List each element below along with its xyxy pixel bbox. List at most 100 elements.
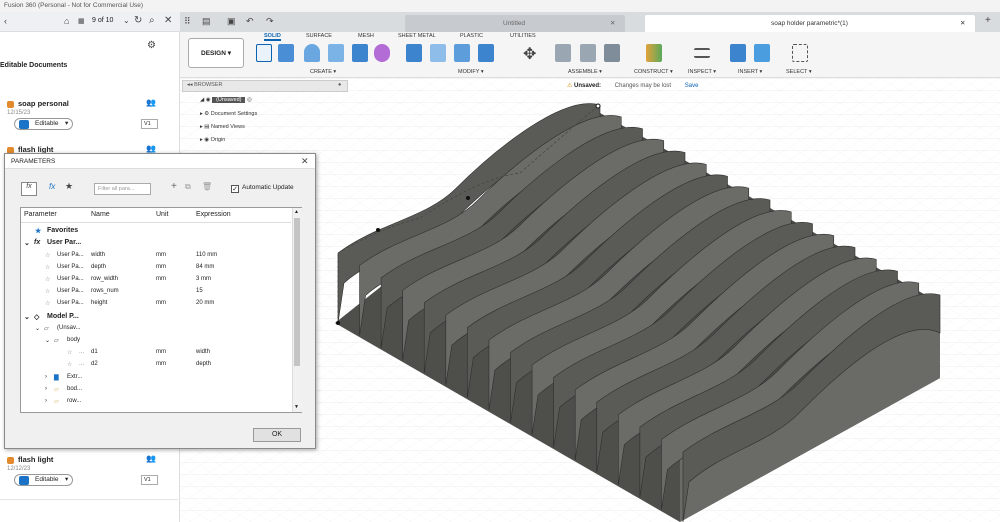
collapse-icon[interactable]: ◂◂ <box>187 82 194 88</box>
combine-icon[interactable] <box>478 44 494 62</box>
cell-expression[interactable]: 84 mm <box>196 264 214 270</box>
press-pull-icon[interactable] <box>406 44 422 62</box>
parameters-table[interactable]: Parameter Name Unit Expression ★ Favorit… <box>20 207 302 413</box>
cell-name[interactable]: d2 <box>91 361 98 367</box>
tab-soap-holder[interactable]: soap holder parametric*(1) ✕ <box>645 15 975 32</box>
editable-dropdown[interactable]: Editable ▾ <box>14 118 73 130</box>
joint-icon[interactable] <box>555 44 571 62</box>
save-icon[interactable]: ▣ <box>227 16 236 27</box>
fillet-icon[interactable] <box>430 44 446 62</box>
file-icon[interactable]: ▤ <box>202 16 211 27</box>
star-icon[interactable]: ☆ <box>45 300 50 307</box>
col-unit[interactable]: Unit <box>156 211 168 218</box>
star-icon[interactable]: ☆ <box>45 264 50 271</box>
offset-plane-icon[interactable] <box>646 44 662 62</box>
group-select[interactable]: SELECT ▾ <box>786 69 812 75</box>
form-icon[interactable] <box>374 44 390 62</box>
new-tab-icon[interactable]: + <box>985 15 991 26</box>
scrollbar-thumb[interactable] <box>294 218 300 366</box>
extrude-icon[interactable] <box>278 44 294 62</box>
browser-root[interactable]: ◢ ◉ (Unsaved) ◎ <box>200 97 252 103</box>
select-icon[interactable] <box>792 44 808 62</box>
cell-expression[interactable]: depth <box>196 361 211 367</box>
measure-icon[interactable] <box>694 48 710 58</box>
filter-input[interactable]: Filter all para... <box>94 183 151 195</box>
tab-solid[interactable]: SOLID <box>264 33 281 41</box>
star-icon[interactable]: ★ <box>65 181 73 192</box>
chevron-down-icon[interactable]: ⌄ <box>24 239 30 247</box>
trash-icon[interactable]: 🗑 <box>202 182 212 191</box>
col-expression[interactable]: Expression <box>196 211 231 218</box>
people-icon[interactable]: 👥 <box>146 144 156 153</box>
group-assemble[interactable]: ASSEMBLE ▾ <box>568 69 602 75</box>
people-icon[interactable]: 👥 <box>146 98 156 107</box>
apps-grid-icon[interactable]: ⠿ <box>184 16 191 27</box>
cell-name[interactable]: height <box>91 300 107 306</box>
chevron-right-icon[interactable]: › <box>45 398 47 404</box>
ok-button[interactable]: OK <box>253 428 301 442</box>
filter-function-icon[interactable]: fx <box>49 182 55 191</box>
tab-surface[interactable]: SURFACE <box>306 33 332 39</box>
cell-expression[interactable]: 3 mm <box>196 276 211 282</box>
doc-card[interactable]: soap personal 12/15/23 Editable ▾ V1 👥 <box>0 94 178 144</box>
cell-name[interactable]: row_width <box>91 276 118 282</box>
tree-node[interactable]: › ▇ Extr... <box>21 372 291 384</box>
chevron-down-icon[interactable]: ⌄ <box>123 16 130 25</box>
grid-icon[interactable]: ▦ <box>78 17 85 25</box>
star-icon[interactable]: ☆ <box>67 361 72 368</box>
chevron-right-icon[interactable]: › <box>45 374 47 380</box>
loft-icon[interactable] <box>352 44 368 62</box>
browser-item[interactable]: ▸ ⚙ Document Settings <box>200 111 257 117</box>
radio-icon[interactable]: ◎ <box>247 97 252 103</box>
col-name[interactable]: Name <box>91 211 110 218</box>
model-params-group[interactable]: ⌄ ◇ Model P... <box>21 311 291 323</box>
table-row[interactable]: ☆ User Pa... row_width mm 3 mm <box>21 274 291 286</box>
create-sketch-icon[interactable] <box>256 44 272 62</box>
table-row[interactable]: ☆ User Pa... depth mm 84 mm <box>21 262 291 274</box>
people-icon[interactable]: 👥 <box>146 454 156 463</box>
cell-name[interactable]: d1 <box>91 349 98 355</box>
version-badge[interactable]: V1 <box>141 119 158 129</box>
chevron-down-icon[interactable]: ⌄ <box>45 337 50 344</box>
search-icon[interactable]: ⌕ <box>149 15 155 26</box>
table-row[interactable]: ☆ User Pa... width mm 110 mm <box>21 250 291 262</box>
function-icon[interactable]: fx <box>21 182 37 196</box>
favorites-row[interactable]: ★ Favorites <box>21 225 291 237</box>
tab-mesh[interactable]: MESH <box>358 33 374 39</box>
move-icon[interactable]: ✥ <box>523 44 536 64</box>
cell-name[interactable]: rows_num <box>91 288 119 294</box>
parameters-dialog[interactable]: PARAMETERS ✕ fx fx ★ Filter all para... … <box>4 153 316 449</box>
doc-card[interactable]: flash light 12/12/23 Editable ▾ V1 👥 <box>0 450 178 500</box>
tree-node[interactable]: ⌄ ▱ (Unsav... <box>21 323 291 335</box>
browser-panel-header[interactable]: ◂◂ BROWSER ● <box>182 80 348 92</box>
close-icon[interactable]: ✕ <box>301 156 309 167</box>
cell-expression[interactable]: 110 mm <box>196 252 217 258</box>
table-row[interactable]: ☆ ... d2 mm depth <box>21 359 291 371</box>
pin-icon[interactable]: ● <box>338 82 341 88</box>
close-icon[interactable]: ✕ <box>610 19 615 27</box>
as-built-joint-icon[interactable] <box>580 44 596 62</box>
tab-utilities[interactable]: UTILITIES <box>510 33 536 39</box>
chevron-down-icon[interactable]: ⌄ <box>24 313 30 321</box>
sweep-icon[interactable] <box>328 44 344 62</box>
star-icon[interactable]: ☆ <box>67 349 72 356</box>
group-modify[interactable]: MODIFY ▾ <box>458 69 484 75</box>
insert-image-icon[interactable] <box>754 44 770 62</box>
table-row[interactable]: ☆ ... d1 mm width <box>21 347 291 359</box>
tab-untitled[interactable]: Untitled ✕ <box>405 15 625 32</box>
shell-icon[interactable] <box>454 44 470 62</box>
home-icon[interactable]: ⌂ <box>64 16 69 26</box>
star-icon[interactable]: ☆ <box>45 276 50 283</box>
group-inspect[interactable]: INSPECT ▾ <box>688 69 716 75</box>
cell-name[interactable]: depth <box>91 264 106 270</box>
dialog-title[interactable]: PARAMETERS <box>5 154 315 169</box>
group-insert[interactable]: INSERT ▾ <box>738 69 762 75</box>
tab-plastic[interactable]: PLASTIC <box>460 33 483 39</box>
cell-expression[interactable]: width <box>196 349 210 355</box>
editable-dropdown[interactable]: Editable ▾ <box>14 474 73 486</box>
tree-node[interactable]: › ▱ row... <box>21 396 291 408</box>
doc-title[interactable]: flash light <box>18 455 53 464</box>
close-icon[interactable]: ✕ <box>960 19 965 27</box>
cell-expression[interactable]: 20 mm <box>196 300 214 306</box>
browser-item[interactable]: ▸ ◉ Origin <box>200 137 225 143</box>
